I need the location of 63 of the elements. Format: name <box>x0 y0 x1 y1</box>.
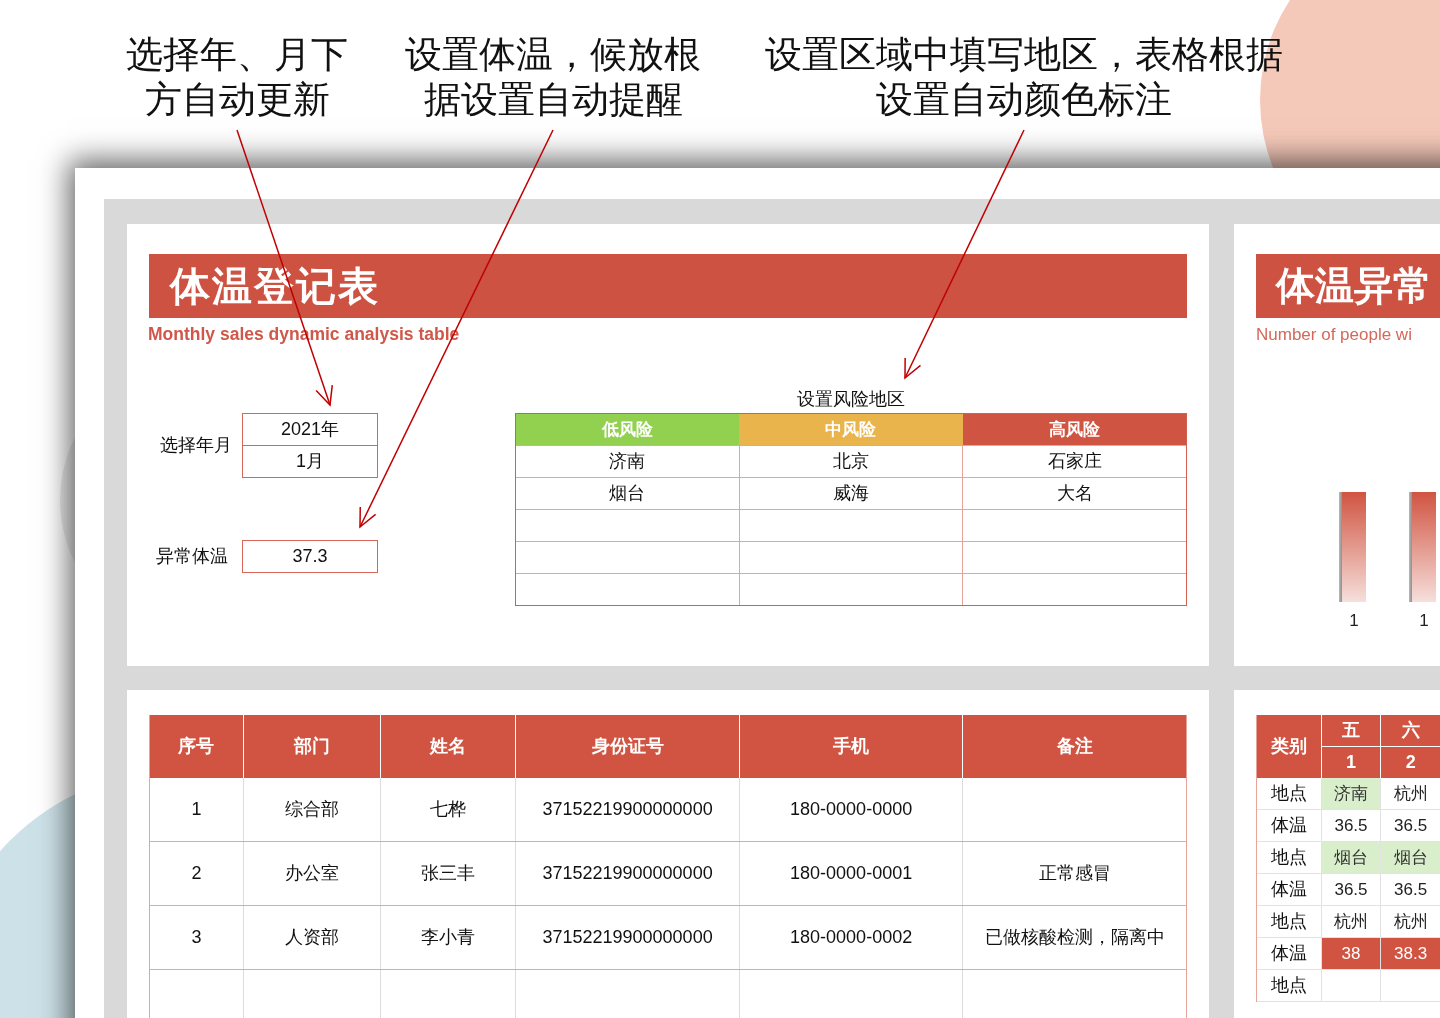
column-header: 手机 <box>738 715 963 778</box>
row-header: 地点 <box>1270 910 1307 933</box>
column-header: 六 <box>1381 715 1440 747</box>
table-cell-text: 37152219900000000 <box>542 862 713 885</box>
annotation-text: 选择年、月下方自动更新 <box>125 33 349 122</box>
sheet-title: 体温异常 <box>1276 263 1432 309</box>
column-header: 身份证号 <box>515 715 739 778</box>
table-cell: 38.3 <box>1380 938 1440 969</box>
annotation-text: 设置区域中填写地区，表格根据设置自动颜色标注 <box>764 33 1284 122</box>
table-cell-text: 3 <box>191 926 202 949</box>
column-header: 备注 <box>962 715 1186 778</box>
table-cell-text: 李小青 <box>420 926 475 949</box>
field-label: 异常体温 <box>155 545 228 568</box>
table-cell-text: 张三丰 <box>420 862 475 885</box>
table-cell-text: 烟台 <box>609 482 646 505</box>
row-header: 类别 <box>1269 735 1308 758</box>
table-title: 设置风险地区 <box>796 388 906 411</box>
bar-label: 1 <box>1349 611 1359 630</box>
table-cell-text: 2 <box>191 862 202 885</box>
table-cell-text: 37152219900000000 <box>542 926 713 949</box>
table-cell-text: 北京 <box>833 450 869 473</box>
risk-level-header: 中风险 <box>739 414 963 445</box>
sheet-subtitle: Number of people wi <box>1256 324 1413 346</box>
table-cell-text: 正常感冒 <box>1038 862 1111 885</box>
table-cell-text: 1 <box>191 798 202 821</box>
table-cell: 烟台 <box>1320 842 1381 873</box>
table-cell-text: 大名 <box>1056 482 1093 505</box>
table-cell-text: 已做核酸检测，隔离中 <box>984 926 1165 949</box>
risk-level-header: 低风险 <box>516 414 740 445</box>
row-header: 体温 <box>1270 814 1307 837</box>
table-cell: 烟台 <box>1380 842 1440 873</box>
table-cell-text: 180-0000-0000 <box>790 798 913 821</box>
column-header: 五 <box>1321 715 1381 747</box>
column-header: 部门 <box>242 715 380 778</box>
table-cell-text: 七桦 <box>429 798 466 821</box>
month-field[interactable]: 1月 <box>242 446 378 478</box>
column-header: 序号 <box>177 735 216 758</box>
table-cell-text: 人资部 <box>284 926 339 949</box>
table-cell-text: 办公室 <box>284 862 339 885</box>
table-cell-text: 威海 <box>833 482 869 505</box>
row-header: 体温 <box>1270 942 1307 965</box>
threshold-field[interactable]: 37.3 <box>242 540 378 573</box>
table-cell-text: 180-0000-0001 <box>790 862 913 885</box>
table-cell-text: 综合部 <box>284 798 339 821</box>
table-cell: 济南 <box>1320 778 1381 809</box>
bar-label: 1 <box>1419 611 1429 630</box>
column-header: 1 <box>1344 751 1357 774</box>
table-cell-text: 石家庄 <box>1047 450 1102 473</box>
table-cell: 38 <box>1320 938 1381 969</box>
table-cell-text: 37152219900000000 <box>542 798 713 821</box>
annotation-text: 设置体温，候放根据设置自动提醒 <box>404 33 702 122</box>
sheet-title: 体温登记表 <box>170 263 380 310</box>
row-header: 地点 <box>1270 782 1307 805</box>
column-header: 姓名 <box>379 715 516 778</box>
row-header: 地点 <box>1270 846 1307 869</box>
column-header: 2 <box>1404 751 1417 774</box>
row-header: 体温 <box>1270 878 1307 901</box>
risk-level-header: 高风险 <box>962 414 1186 445</box>
year-field[interactable]: 2021年 <box>242 413 378 446</box>
table-cell-text: 180-0000-0002 <box>790 926 913 949</box>
row-header: 地点 <box>1270 974 1307 997</box>
table-cell-text: 济南 <box>609 450 646 473</box>
field-label: 选择年月 <box>159 434 232 457</box>
